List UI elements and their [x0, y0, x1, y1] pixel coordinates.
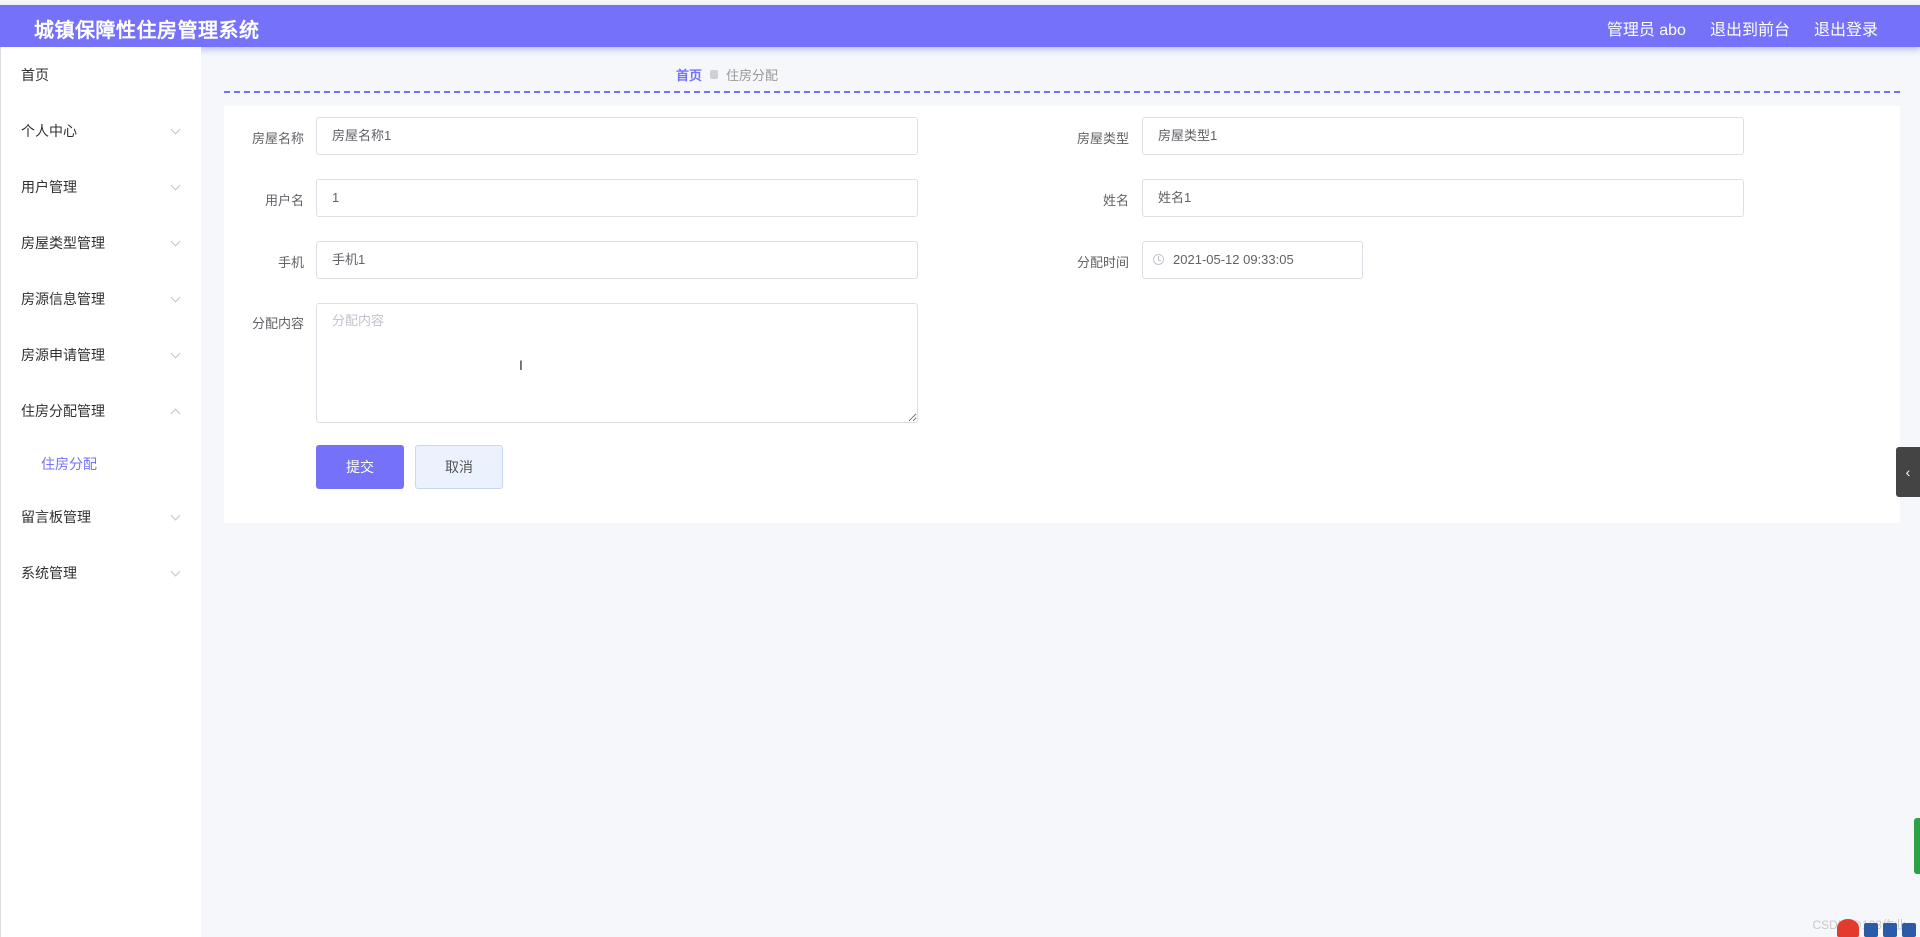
assign-time-value: 2021-05-12 09:33:05 — [1173, 252, 1294, 267]
sidebar-item-label: 房源申请管理 — [21, 347, 105, 363]
cancel-button[interactable]: 取消 — [415, 445, 503, 489]
allocation-form: 房屋名称 房屋名称1 房屋类型 房屋类型1 用户名 1 姓名 姓名1 手机 手机… — [224, 106, 1900, 523]
sidebar-item-housing-allocation-management[interactable]: 住房分配管理 — [1, 383, 201, 439]
sidebar-item-label: 住房分配管理 — [21, 403, 105, 419]
chevron-down-icon — [170, 510, 181, 521]
breadcrumb-separator-icon — [710, 70, 719, 79]
sidebar: 首页 个人中心 用户管理 房屋类型管理 房源信息管理 房源申请管理 住房分配管理… — [0, 47, 201, 937]
assign-time-label: 分配时间 — [1076, 255, 1129, 270]
chevron-up-icon — [170, 408, 181, 419]
breadcrumb: 首页 住房分配 — [676, 65, 778, 84]
logout-link[interactable]: 退出登录 — [1814, 16, 1878, 40]
house-type-input[interactable]: 房屋类型1 — [1142, 117, 1744, 155]
sidebar-item-house-application-management[interactable]: 房源申请管理 — [1, 327, 201, 383]
clock-icon — [1153, 254, 1164, 265]
name-input[interactable]: 姓名1 — [1142, 179, 1744, 217]
tray-icon[interactable] — [1864, 923, 1878, 937]
submit-button[interactable]: 提交 — [316, 445, 404, 489]
sidebar-subitem-housing-allocation[interactable]: 住房分配 — [1, 439, 201, 489]
breadcrumb-current: 住房分配 — [726, 68, 779, 83]
text-cursor-icon: I — [519, 357, 523, 373]
chevron-down-icon — [170, 236, 181, 247]
phone-input[interactable]: 手机1 — [316, 241, 918, 279]
top-navbar: 城镇保障性住房管理系统 管理员 abo 退出到前台 退出登录 — [0, 5, 1920, 47]
sidebar-item-label: 房源信息管理 — [21, 291, 105, 307]
scrollbar-thumb[interactable] — [1914, 818, 1920, 874]
house-name-label: 房屋名称 — [251, 131, 304, 146]
sidebar-item-label: 住房分配 — [41, 456, 97, 472]
name-label: 姓名 — [1102, 193, 1129, 208]
chevron-down-icon — [170, 566, 181, 577]
tray-icon[interactable] — [1902, 923, 1916, 937]
sidebar-item-label: 留言板管理 — [21, 509, 91, 525]
breadcrumb-home-link[interactable]: 首页 — [676, 65, 702, 84]
chevron-down-icon — [170, 348, 181, 359]
sidebar-item-message-board-management[interactable]: 留言板管理 — [1, 489, 201, 545]
app-title: 城镇保障性住房管理系统 — [34, 20, 260, 42]
system-tray — [1837, 919, 1916, 937]
sidebar-item-system-management[interactable]: 系统管理 — [1, 545, 201, 601]
chevron-down-icon — [170, 292, 181, 303]
sidebar-item-user-management[interactable]: 用户管理 — [1, 159, 201, 215]
breadcrumb-divider — [224, 91, 1900, 93]
content-textarea[interactable] — [316, 303, 918, 423]
assign-time-picker[interactable]: 2021-05-12 09:33:05 — [1142, 241, 1363, 279]
admin-user-label[interactable]: 管理员 abo — [1607, 16, 1686, 40]
username-label: 用户名 — [264, 193, 304, 208]
content-label: 分配内容 — [251, 316, 304, 331]
sidebar-item-personal-center[interactable]: 个人中心 — [1, 103, 201, 159]
chevron-down-icon — [170, 180, 181, 191]
top-right-actions: 管理员 abo 退出到前台 退出登录 — [1607, 16, 1878, 40]
chevron-left-icon[interactable]: ‹ — [1896, 447, 1920, 497]
tray-icon[interactable] — [1883, 923, 1897, 937]
sidebar-item-house-type-management[interactable]: 房屋类型管理 — [1, 215, 201, 271]
input-method-icon[interactable] — [1837, 919, 1859, 937]
chevron-down-icon — [170, 124, 181, 135]
sidebar-item-label: 房屋类型管理 — [21, 235, 105, 251]
house-name-input[interactable]: 房屋名称1 — [316, 117, 918, 155]
sidebar-item-label: 系统管理 — [21, 565, 77, 581]
sidebar-item-label: 用户管理 — [21, 179, 77, 195]
phone-label: 手机 — [277, 255, 304, 270]
sidebar-item-home[interactable]: 首页 — [1, 47, 201, 103]
sidebar-item-label: 首页 — [21, 67, 49, 83]
exit-to-front-link[interactable]: 退出到前台 — [1710, 16, 1790, 40]
sidebar-item-house-info-management[interactable]: 房源信息管理 — [1, 271, 201, 327]
house-type-label: 房屋类型 — [1076, 131, 1129, 146]
username-input[interactable]: 1 — [316, 179, 918, 217]
sidebar-item-label: 个人中心 — [21, 123, 77, 139]
